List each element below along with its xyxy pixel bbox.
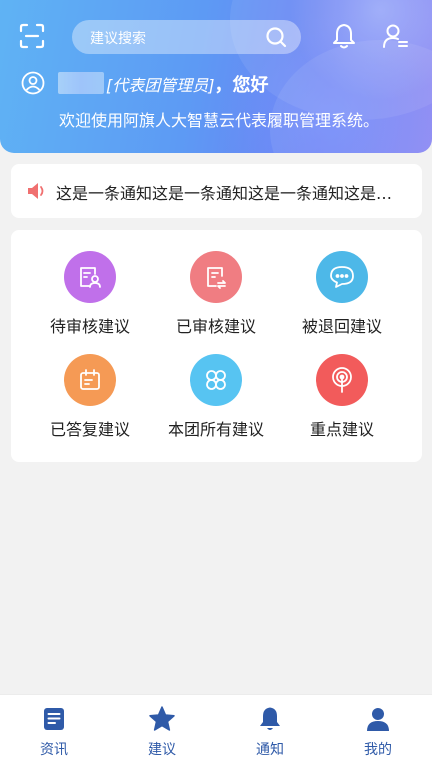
reviewed-icon <box>190 251 242 303</box>
header-banner: 建议搜索 [代表团管理员]，您好 欢迎使用阿旗人大智慧云代表履职管理系统。 <box>0 0 432 153</box>
tab-label: 建议 <box>148 742 176 758</box>
tab-mine[interactable]: 我的 <box>338 705 418 759</box>
grid-item-answered[interactable]: 已答复建议 <box>30 354 150 444</box>
clover-icon <box>190 354 242 406</box>
search-icon[interactable] <box>265 26 287 48</box>
answered-calendar-icon <box>64 354 116 406</box>
grid-item-reviewed[interactable]: 已审核建议 <box>156 251 276 341</box>
notification-button[interactable] <box>331 22 357 50</box>
notice-bar[interactable]: 这是一条通知这是一条通知这是一条通知这是一条通知 <box>11 164 422 218</box>
grid-label: 被退回建议 <box>301 317 382 336</box>
bottom-tab-bar: 资讯 建议 通知 我的 <box>0 694 432 768</box>
key-signal-icon <box>316 354 368 406</box>
tab-label: 资讯 <box>40 742 68 758</box>
tab-news[interactable]: 资讯 <box>14 705 94 759</box>
bell-icon <box>260 707 280 730</box>
suggestion-grid: 待审核建议 已审核建议 被退回建议 已答复建议 本团所有建议 重点建议 <box>11 230 422 462</box>
grid-label: 已答复建议 <box>49 420 130 439</box>
grid-label: 重点建议 <box>309 420 374 439</box>
person-icon <box>367 708 389 731</box>
tab-label: 我的 <box>364 742 392 758</box>
returned-chat-icon <box>316 251 368 303</box>
scan-button[interactable] <box>18 22 46 50</box>
scan-icon <box>19 23 45 49</box>
bell-icon <box>333 24 355 49</box>
grid-item-key[interactable]: 重点建议 <box>282 354 402 444</box>
grid-item-all[interactable]: 本团所有建议 <box>156 354 276 444</box>
greeting: [代表团管理员]，您好 <box>106 71 269 97</box>
welcome-text: 欢迎使用阿旗人大智慧云代表履职管理系统。 <box>59 111 380 130</box>
greeting-text: ，您好 <box>214 75 269 96</box>
user-list-icon <box>383 24 408 48</box>
search-input[interactable]: 建议搜索 <box>72 20 301 54</box>
grid-item-returned[interactable]: 被退回建议 <box>282 251 402 341</box>
tab-suggestions[interactable]: 建议 <box>122 705 202 759</box>
grid-item-pending[interactable]: 待审核建议 <box>30 251 150 341</box>
grid-label: 待审核建议 <box>49 317 130 336</box>
username-redacted <box>58 72 104 94</box>
avatar-icon <box>21 71 45 95</box>
notice-text: 这是一条通知这是一条通知这是一条通知这是一条通知 <box>56 184 406 203</box>
document-icon <box>44 708 64 730</box>
speaker-icon <box>28 183 44 199</box>
pending-review-icon <box>64 251 116 303</box>
grid-label: 本团所有建议 <box>167 420 264 439</box>
user-settings-button[interactable] <box>381 22 409 50</box>
user-role: [代表团管理员] <box>106 76 215 95</box>
tab-label: 通知 <box>256 742 284 758</box>
star-icon <box>149 706 175 731</box>
search-placeholder: 建议搜索 <box>90 31 146 47</box>
tab-notifications[interactable]: 通知 <box>230 705 310 759</box>
grid-label: 已审核建议 <box>175 317 256 336</box>
